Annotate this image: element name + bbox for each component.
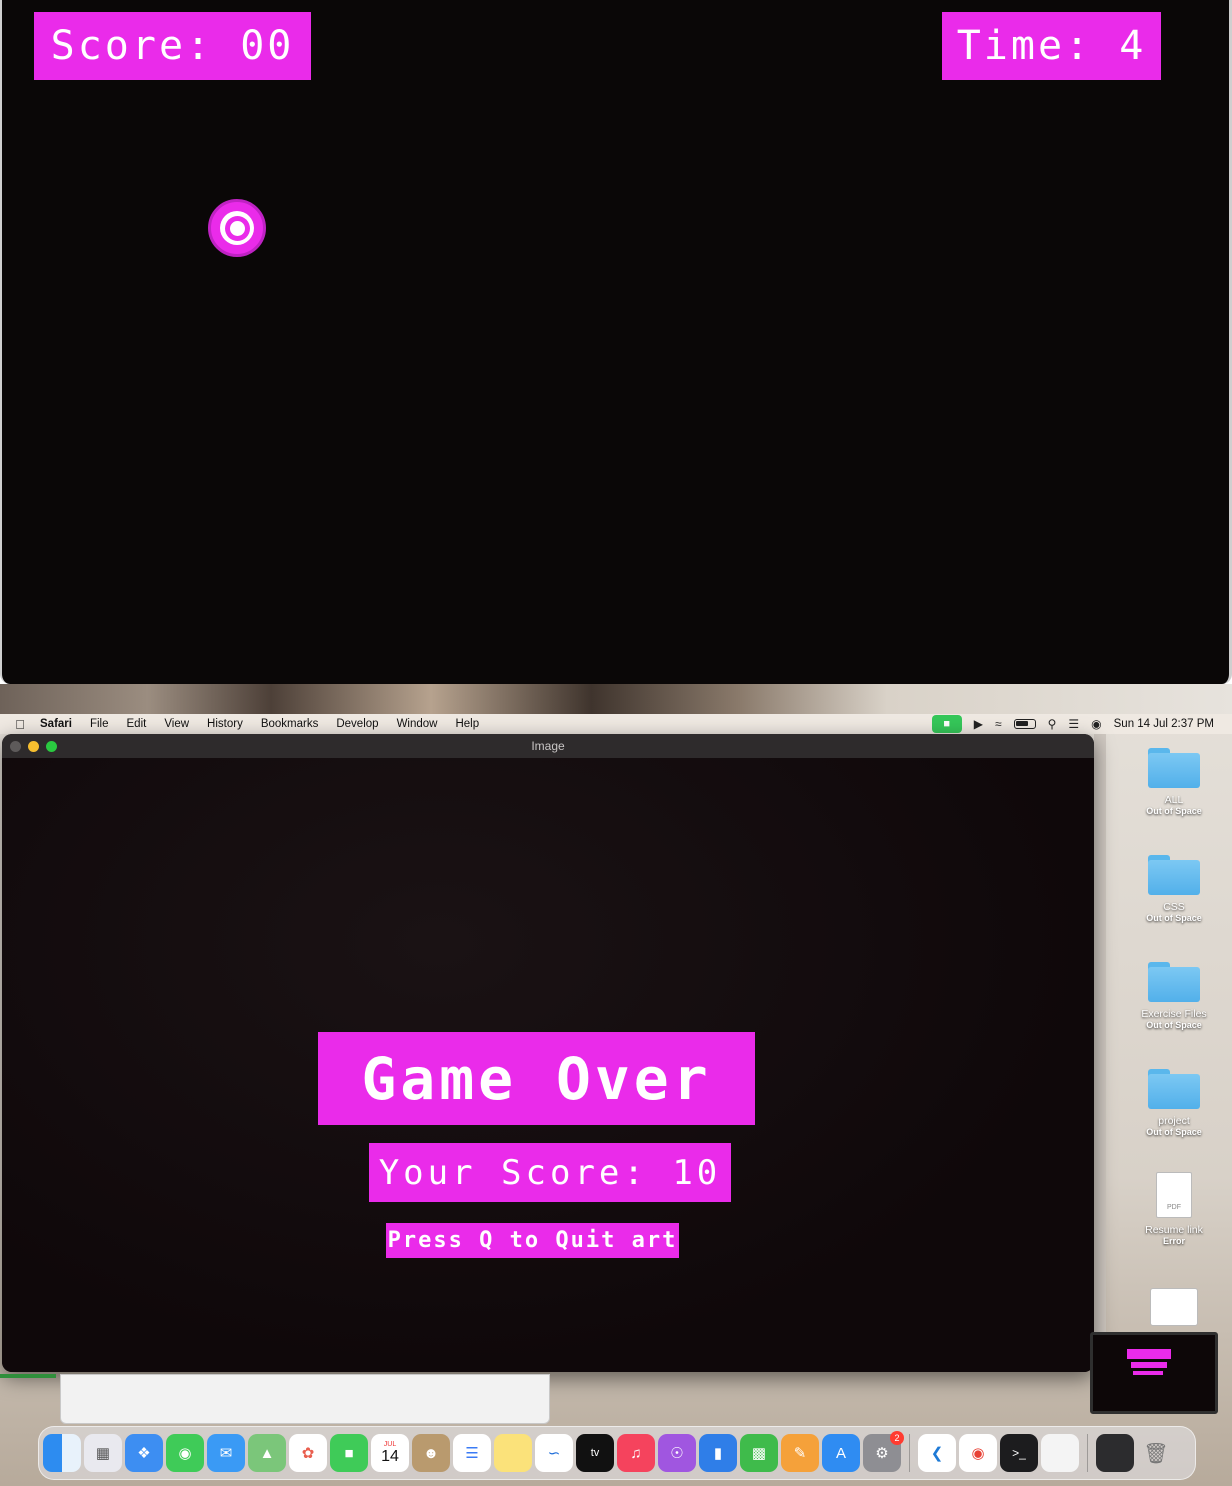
desktop-folder-label: project	[1158, 1115, 1190, 1127]
folder-icon	[1148, 1069, 1200, 1109]
window-title: Image	[531, 739, 565, 753]
pdf-file-icon: PDF	[1156, 1172, 1192, 1218]
settings-badge: 2	[890, 1431, 904, 1445]
desktop-folder-status: Out of Space	[1146, 806, 1202, 816]
menu-file[interactable]: File	[90, 718, 109, 730]
menu-window[interactable]: Window	[397, 718, 438, 730]
pages-icon[interactable]: ✎	[781, 1434, 819, 1472]
game-canvas[interactable]: Game Over Your Score: 10 Press Q to Quit…	[2, 758, 1094, 1372]
mail-icon[interactable]: ✉	[207, 1434, 245, 1472]
system-settings-icon[interactable]: ⚙ 2	[863, 1431, 904, 1472]
podcasts-icon[interactable]: ☉	[658, 1434, 696, 1472]
menu-history[interactable]: History	[207, 718, 243, 730]
dock-separator	[909, 1434, 910, 1472]
background-window-edge	[1094, 734, 1106, 1374]
facetime-icon[interactable]: ■	[330, 1434, 368, 1472]
folder-icon	[1148, 748, 1200, 788]
wifi-icon[interactable]: ≈	[995, 717, 1002, 731]
desktop-folder-css[interactable]: CSS Out of Space	[1128, 855, 1220, 923]
target-icon[interactable]	[208, 199, 266, 257]
camera-indicator-icon[interactable]: ■	[931, 715, 962, 733]
screenshot-preview-thumbnail[interactable]	[1090, 1332, 1218, 1414]
desktop-folder-project[interactable]: project Out of Space	[1128, 1069, 1220, 1137]
background-window-panel	[60, 1374, 550, 1424]
menu-develop[interactable]: Develop	[336, 718, 378, 730]
reminders-icon[interactable]: ☰	[453, 1434, 491, 1472]
photos-icon[interactable]: ✿	[289, 1434, 327, 1472]
desktop-image-file[interactable]	[1128, 1288, 1220, 1326]
quit-prompt: Press Q to Quit art	[386, 1223, 679, 1258]
image-window-titlebar[interactable]: Image	[2, 734, 1094, 758]
image-file-icon	[1150, 1288, 1198, 1326]
final-score: Your Score: 10	[369, 1143, 731, 1202]
menu-view[interactable]: View	[164, 718, 189, 730]
menu-edit[interactable]: Edit	[127, 718, 147, 730]
contacts-icon[interactable]: ☻	[412, 1434, 450, 1472]
keynote-icon[interactable]: ▮	[699, 1434, 737, 1472]
calendar-month: JUL	[383, 1440, 397, 1448]
messages-icon[interactable]: ◉	[166, 1434, 204, 1472]
freeform-icon[interactable]: ∽	[535, 1434, 573, 1472]
folder-icon	[1148, 855, 1200, 895]
music-icon[interactable]: ♫	[617, 1434, 655, 1472]
desktop-file-resume-link[interactable]: PDF Resume link Error	[1128, 1172, 1220, 1246]
game-over-banner: Game Over	[318, 1032, 755, 1125]
desktop-folder-label: CSS	[1163, 901, 1185, 913]
terminal-icon[interactable]: >_	[1000, 1434, 1038, 1472]
screenshot-icon[interactable]	[1096, 1434, 1134, 1472]
image-window: Image Game Over Your Score: 10 Press Q t…	[2, 734, 1094, 1372]
apple-icon[interactable]: 	[0, 717, 40, 732]
mac-desktop:  Safari File Edit View History Bookmark…	[0, 714, 1232, 1486]
desktop-folder-label: ALL	[1164, 794, 1184, 806]
game-window-top: Score: 00 Time: 4	[0, 0, 1232, 684]
desktop-folder-status: Out of Space	[1146, 913, 1202, 923]
chrome-icon[interactable]: ◉	[959, 1434, 997, 1472]
background-photo-strip	[0, 684, 1232, 714]
finder-icon[interactable]	[43, 1434, 81, 1472]
menu-bar:  Safari File Edit View History Bookmark…	[0, 714, 1232, 734]
desktop-folder-status: Out of Space	[1146, 1020, 1202, 1030]
play-icon[interactable]: ▶	[974, 717, 983, 731]
desktop-folder-all[interactable]: ALL Out of Space	[1128, 748, 1220, 816]
score-display: Score: 00	[34, 12, 311, 80]
battery-icon[interactable]	[1013, 719, 1036, 729]
menu-bookmarks[interactable]: Bookmarks	[261, 718, 319, 730]
dock: ▦ ❖ ◉ ✉ ▲ ✿ ■ JUL 14 ☻ ☰ ∽ tv ♫ ☉ ▮ ▩ ✎ …	[38, 1426, 1196, 1480]
siri-icon[interactable]: ◉	[1091, 717, 1101, 731]
desktop-folder-label: Exercise Files	[1141, 1008, 1207, 1020]
trash-icon[interactable]: 🗑	[1137, 1434, 1175, 1472]
control-center-icon[interactable]: ☰	[1068, 717, 1079, 731]
search-icon[interactable]: ⚲	[1048, 717, 1057, 731]
background-window-accent	[0, 1374, 56, 1378]
time-display: Time: 4	[942, 12, 1161, 80]
dock-separator	[1087, 1434, 1088, 1472]
menu-app-name[interactable]: Safari	[40, 718, 72, 730]
desktop-file-status: Error	[1162, 1236, 1185, 1246]
notes-icon[interactable]	[494, 1434, 532, 1472]
vscode-icon[interactable]: ❮	[918, 1434, 956, 1472]
app-store-icon[interactable]: A	[822, 1434, 860, 1472]
tv-icon[interactable]: tv	[576, 1434, 614, 1472]
desktop-folder-status: Out of Space	[1146, 1127, 1202, 1137]
folder-icon	[1148, 962, 1200, 1002]
desktop-file-label: Resume link	[1145, 1224, 1203, 1236]
document-icon[interactable]	[1041, 1434, 1079, 1472]
calendar-icon[interactable]: JUL 14	[371, 1434, 409, 1472]
menu-datetime[interactable]: Sun 14 Jul 2:37 PM	[1114, 718, 1214, 730]
numbers-icon[interactable]: ▩	[740, 1434, 778, 1472]
launchpad-icon[interactable]: ▦	[84, 1434, 122, 1472]
desktop-folder-exercise-files[interactable]: Exercise Files Out of Space	[1128, 962, 1220, 1030]
menu-help[interactable]: Help	[455, 718, 479, 730]
maps-icon[interactable]: ▲	[248, 1434, 286, 1472]
safari-icon[interactable]: ❖	[125, 1434, 163, 1472]
calendar-day: 14	[381, 1447, 399, 1465]
